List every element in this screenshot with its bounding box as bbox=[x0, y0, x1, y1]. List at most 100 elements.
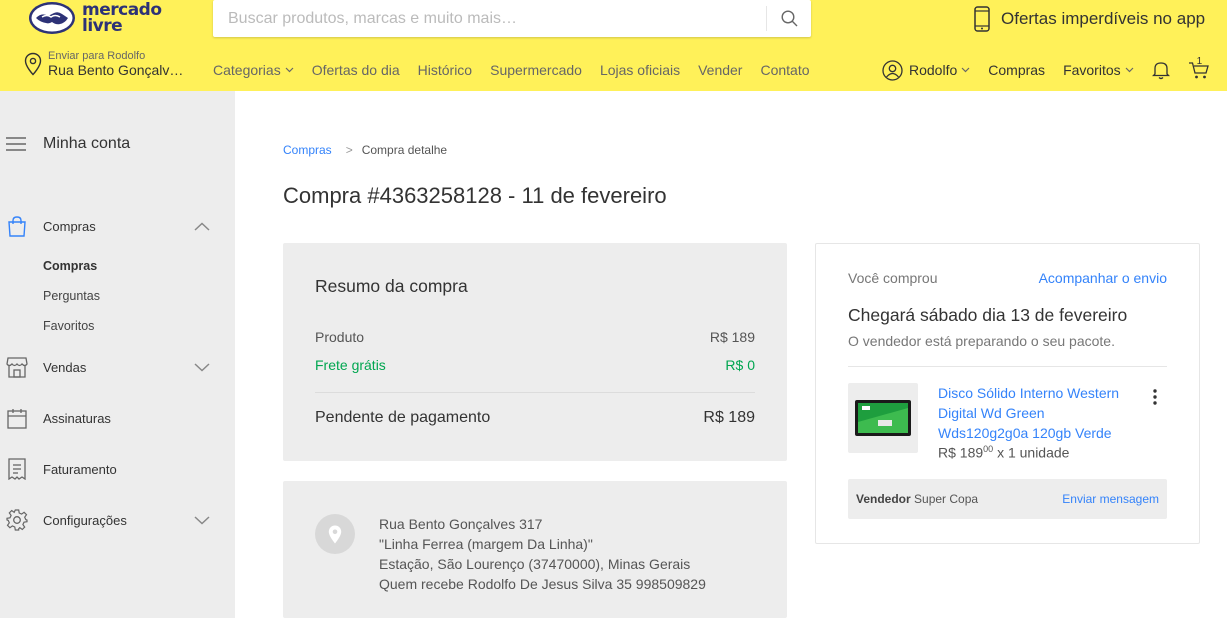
sidebar-item-compras-label: Compras bbox=[43, 218, 96, 234]
main-nav: Categorias Ofertas do dia Histórico Supe… bbox=[213, 60, 828, 80]
nav-contato-label: Contato bbox=[760, 62, 810, 78]
search-button[interactable] bbox=[766, 6, 811, 31]
favorites-label: Favoritos bbox=[1063, 62, 1121, 78]
sidebar-subitem-favoritos[interactable]: Favoritos bbox=[43, 319, 94, 333]
shipping-address-lines: Rua Bento Gonçalves 317 "Linha Ferrea (m… bbox=[379, 514, 706, 594]
mercado-livre-logo[interactable]: mercado livre bbox=[28, 0, 168, 36]
purchases-label: Compras bbox=[988, 62, 1046, 78]
nav-contato[interactable]: Contato bbox=[760, 62, 809, 78]
nav-vender-label: Vender bbox=[698, 62, 743, 78]
summary-product-label: Produto bbox=[315, 329, 365, 345]
chevron-down-icon bbox=[194, 515, 210, 525]
shipping-address-card: Rua Bento Gonçalves 317 "Linha Ferrea (m… bbox=[283, 481, 787, 618]
favorites-menu[interactable]: Favoritos bbox=[1063, 62, 1134, 78]
sidebar-item-configuracoes[interactable]: Configurações bbox=[6, 507, 216, 533]
summary-shipping-value: R$ 0 bbox=[725, 357, 755, 373]
chevron-up-icon bbox=[194, 221, 210, 231]
app-promo-link[interactable]: Ofertas imperdíveis no app bbox=[973, 5, 1205, 33]
address-line-4: Quem recebe Rodolfo De Jesus Silva 35 99… bbox=[379, 576, 706, 592]
user-name: Rodolfo bbox=[909, 62, 958, 78]
breadcrumb-link-compras[interactable]: Compras bbox=[283, 143, 332, 157]
page-title: Compra #4363258128 - 11 de fevereiro bbox=[283, 183, 667, 208]
notifications-button[interactable] bbox=[1151, 60, 1170, 80]
seller-info: Vendedor Super Copa bbox=[856, 492, 978, 506]
nav-ofertas-do-dia[interactable]: Ofertas do dia bbox=[312, 62, 400, 78]
nav-supermercado[interactable]: Supermercado bbox=[490, 62, 582, 78]
top-header: mercado livre Ofertas imperdíveis no app… bbox=[0, 0, 1227, 91]
nav-supermercado-label: Supermercado bbox=[490, 62, 582, 78]
sidebar-title: Minha conta bbox=[43, 135, 131, 152]
delivery-address-text: Enviar para Rodolfo Rua Bento Gonçalv… bbox=[48, 50, 183, 79]
sidebar-item-compras[interactable]: Compras bbox=[6, 213, 216, 239]
address-line-1: Rua Bento Gonçalves 317 bbox=[379, 516, 543, 532]
product-price-line: R$ 18900 x 1 unidade bbox=[938, 444, 1069, 461]
order-label: Você comprou bbox=[848, 270, 938, 286]
delivery-address[interactable]: Enviar para Rodolfo Rua Bento Gonçalv… bbox=[24, 48, 194, 80]
gear-icon bbox=[6, 509, 28, 531]
nav-ofertas-label: Ofertas do dia bbox=[311, 62, 400, 78]
location-pin-icon bbox=[328, 525, 342, 543]
sidebar-item-faturamento[interactable]: Faturamento bbox=[6, 456, 216, 482]
purchases-link[interactable]: Compras bbox=[988, 62, 1045, 78]
product-more-options-button[interactable] bbox=[1147, 387, 1163, 407]
summary-divider bbox=[315, 392, 755, 393]
send-message-button[interactable]: Enviar mensagem bbox=[1062, 492, 1159, 506]
nav-vender[interactable]: Vender bbox=[698, 62, 742, 78]
nav-lojas-oficiais[interactable]: Lojas oficiais bbox=[600, 62, 680, 78]
search-icon bbox=[780, 10, 797, 27]
track-shipment-link[interactable]: Acompanhar o envio bbox=[1039, 270, 1167, 286]
order-divider bbox=[848, 366, 1167, 367]
sidebar-subitem-perguntas[interactable]: Perguntas bbox=[43, 289, 100, 303]
logo-line-2: livre bbox=[82, 16, 123, 36]
breadcrumb-separator: > bbox=[345, 143, 353, 157]
sidebar-item-assinaturas[interactable]: Assinaturas bbox=[6, 405, 216, 431]
summary-product-row: Produto R$ 189 bbox=[315, 329, 755, 345]
summary-product-value: R$ 189 bbox=[709, 329, 755, 345]
order-detail-card: Você comprou Acompanhar o envio Chegará … bbox=[815, 243, 1200, 544]
handshake-logo-icon bbox=[29, 2, 75, 34]
app-promo-text: Ofertas imperdíveis no app bbox=[1001, 9, 1206, 28]
nav-categorias[interactable]: Categorias bbox=[213, 62, 294, 78]
summary-total-label: Pendente de pagamento bbox=[315, 409, 491, 426]
logo-text: mercado livre bbox=[82, 2, 162, 36]
sidebar-subitem-compras[interactable]: Compras bbox=[43, 259, 97, 273]
location-pin-icon bbox=[24, 52, 42, 76]
product-price-cents: 00 bbox=[983, 444, 994, 454]
summary-title: Resumo da compra bbox=[315, 276, 468, 296]
user-menu[interactable]: Rodolfo bbox=[882, 59, 970, 81]
delivery-address-label: Enviar para Rodolfo bbox=[48, 49, 146, 62]
receipt-icon bbox=[8, 458, 26, 480]
arrival-date: Chegará sábado dia 13 de fevereiro bbox=[848, 305, 1128, 325]
chevron-down-icon bbox=[961, 67, 970, 73]
product-quantity: x 1 unidade bbox=[997, 444, 1070, 461]
bell-icon bbox=[1151, 62, 1170, 80]
account-menu-toggle[interactable]: Minha conta bbox=[6, 135, 130, 153]
product-title-link[interactable]: Disco Sólido Interno Western Digital Wd … bbox=[938, 383, 1138, 443]
hamburger-menu-icon bbox=[6, 137, 26, 151]
product-thumbnail[interactable] bbox=[848, 383, 918, 453]
sidebar-item-faturamento-label: Faturamento bbox=[43, 461, 117, 477]
bag-icon bbox=[8, 215, 26, 237]
address-line-3: Estação, São Lourenço (37470000), Minas … bbox=[379, 556, 691, 572]
nav-lojas-label: Lojas oficiais bbox=[599, 62, 681, 78]
order-status-text: O vendedor está preparando o seu pacote. bbox=[848, 333, 1115, 349]
nav-categorias-label: Categorias bbox=[213, 62, 281, 78]
nav-historico[interactable]: Histórico bbox=[418, 62, 472, 78]
address-line-2: "Linha Ferrea (margem Da Linha)" bbox=[379, 536, 593, 552]
account-sidebar: Minha conta Compras Compras Perguntas Fa… bbox=[0, 91, 235, 618]
ssd-product-image bbox=[855, 400, 911, 436]
sidebar-item-vendas[interactable]: Vendas bbox=[6, 354, 216, 380]
cart-button[interactable]: 1 bbox=[1188, 56, 1210, 80]
sidebar-item-configuracoes-label: Configurações bbox=[43, 512, 127, 528]
breadcrumb: Compras > Compra detalhe bbox=[283, 143, 447, 157]
nav-historico-label: Histórico bbox=[417, 62, 473, 78]
search-input[interactable] bbox=[213, 0, 766, 37]
seller-bar: Vendedor Super Copa Enviar mensagem bbox=[848, 479, 1167, 519]
seller-name: Super Copa bbox=[914, 492, 979, 506]
summary-total-value: R$ 189 bbox=[703, 409, 755, 426]
sidebar-item-assinaturas-label: Assinaturas bbox=[43, 410, 111, 426]
phone-icon bbox=[974, 6, 990, 32]
cart-count-badge: 1 bbox=[1196, 56, 1203, 67]
address-pin-badge bbox=[315, 514, 355, 554]
user-nav: Rodolfo Compras Favoritos 1 bbox=[882, 56, 1227, 82]
